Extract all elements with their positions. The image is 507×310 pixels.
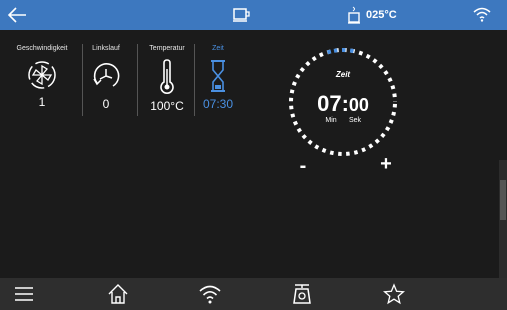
param-temperature-label: Temperatur: [149, 45, 185, 52]
menu-icon[interactable]: [13, 283, 35, 305]
wifi-icon[interactable]: [473, 6, 491, 22]
scrollbar[interactable]: [499, 160, 507, 278]
kettle-icon: [348, 6, 360, 24]
increase-time-button[interactable]: +: [378, 153, 394, 176]
param-temperature[interactable]: Temperatur 100°C: [139, 45, 195, 113]
top-status-bar: 025°C: [0, 0, 507, 30]
param-reverse-value: 0: [102, 97, 110, 111]
decrease-time-button[interactable]: -: [296, 155, 310, 178]
thermometer-icon: [160, 59, 174, 94]
param-reverse-label: Linkslauf: [92, 45, 120, 52]
home-icon[interactable]: [107, 283, 129, 305]
temperature-indicator: 025°C: [347, 4, 397, 26]
divider: [137, 44, 138, 116]
reverse-rotation-icon: [93, 63, 120, 87]
param-time-label: Zeit: [212, 45, 224, 52]
param-time-value: 07:30: [202, 97, 234, 111]
back-arrow-icon[interactable]: [6, 5, 28, 25]
current-temperature: 025°C: [366, 9, 397, 21]
dial-label: Zeit: [335, 70, 351, 79]
param-reverse[interactable]: Linkslauf 0: [78, 45, 134, 111]
star-icon[interactable]: [383, 283, 405, 305]
dial-units: Min Sek: [285, 117, 401, 124]
param-speed-value: 1: [38, 95, 46, 109]
sec-unit-label: Sek: [348, 117, 362, 124]
hourglass-icon: [211, 60, 225, 92]
bottom-nav-bar: [0, 278, 507, 310]
param-time[interactable]: Zeit 07:30: [190, 45, 246, 111]
min-unit-label: Min: [325, 117, 337, 124]
dial-minutes: 07: [317, 91, 342, 116]
scale-icon[interactable]: [291, 283, 313, 305]
dial-seconds: 00: [348, 95, 369, 115]
dial-separator: :: [341, 91, 349, 116]
dial-time-display: 07:00: [285, 91, 401, 117]
scrollbar-thumb[interactable]: [500, 180, 506, 220]
param-speed-label: Geschwindigkeit: [16, 45, 68, 52]
wifi-icon[interactable]: [199, 283, 221, 305]
param-temperature-value: 100°C: [150, 99, 184, 113]
main-panel: Geschwindigkeit 1 Linkslauf 0 Temperatur…: [0, 30, 500, 278]
fan-speed-icon: [28, 61, 56, 89]
param-speed[interactable]: Geschwindigkeit 1: [14, 45, 70, 109]
cup-icon: [233, 8, 250, 22]
time-dial: Zeit 07:00 Min Sek: [285, 44, 401, 160]
